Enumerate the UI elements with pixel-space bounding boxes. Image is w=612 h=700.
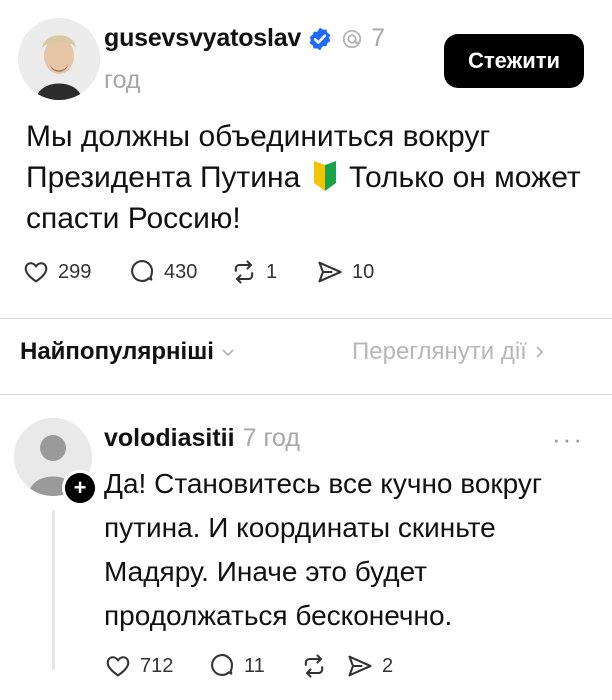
comment-icon	[131, 260, 153, 282]
threads-icon	[342, 29, 362, 48]
view-activity-label: Переглянути дії	[352, 338, 527, 365]
follow-button[interactable]: Стежити	[444, 34, 584, 88]
comment-icon	[211, 654, 233, 676]
chevron-down-icon	[222, 349, 234, 357]
post-time-number: 7	[371, 24, 385, 52]
like-count: 299	[58, 260, 92, 283]
verified-icon	[309, 27, 331, 50]
thread-line	[52, 510, 55, 670]
sort-dropdown[interactable]: Найпопулярніші	[20, 338, 236, 366]
heart-icon	[106, 656, 130, 677]
share-icon	[318, 261, 342, 283]
comment-text: Да! Становитесь все кучно вокруг путина.…	[104, 468, 543, 631]
comment-action[interactable]: 430	[128, 258, 230, 286]
share-count: 10	[352, 260, 375, 283]
comment-share-count: 2	[382, 654, 394, 677]
comment-share-action[interactable]: 2	[346, 652, 393, 680]
comment-reply-count: 11	[244, 654, 265, 677]
sort-label: Найпопулярніші	[20, 338, 214, 365]
view-activity-link[interactable]: Переглянути дії	[352, 338, 547, 366]
follow-plus-button[interactable]: +	[62, 470, 98, 506]
comment-like-action[interactable]: 712	[104, 652, 208, 680]
like-action[interactable]: 299	[22, 258, 128, 286]
comment-reply-action[interactable]: 11	[208, 652, 300, 680]
repost-action[interactable]: 1	[230, 258, 316, 286]
share-action[interactable]: 10	[316, 258, 374, 286]
post-actions: 299 430 1 10	[22, 258, 374, 286]
post-time-unit: год	[104, 66, 141, 94]
comment-time: 7 год	[242, 424, 300, 452]
comment-author-row: volodiasitii 7 год	[104, 424, 300, 453]
divider-top	[0, 318, 612, 319]
repost-icon	[234, 260, 254, 284]
chevron-right-icon	[536, 346, 544, 358]
heart-icon	[24, 262, 48, 283]
repost-icon	[304, 654, 324, 678]
repost-count: 1	[266, 260, 278, 283]
comment-repost-action[interactable]	[300, 652, 346, 680]
comment-actions: 712 11 2	[104, 652, 393, 680]
comment-count: 430	[164, 260, 198, 283]
post-text: Мы должны объединиться вокруг Президента…	[26, 116, 586, 239]
plus-icon: +	[73, 475, 87, 500]
author-avatar[interactable]	[18, 18, 100, 100]
share-icon	[348, 655, 372, 677]
comment-username[interactable]: volodiasitii	[104, 424, 235, 453]
beginner-badge-icon	[313, 161, 336, 191]
comment-like-count: 712	[140, 654, 174, 677]
more-icon[interactable]: ···	[552, 424, 584, 455]
post-username[interactable]: gusevsvyatoslav	[104, 24, 301, 53]
divider-bottom	[0, 394, 612, 395]
post-author-row: gusevsvyatoslav 7	[104, 24, 385, 53]
